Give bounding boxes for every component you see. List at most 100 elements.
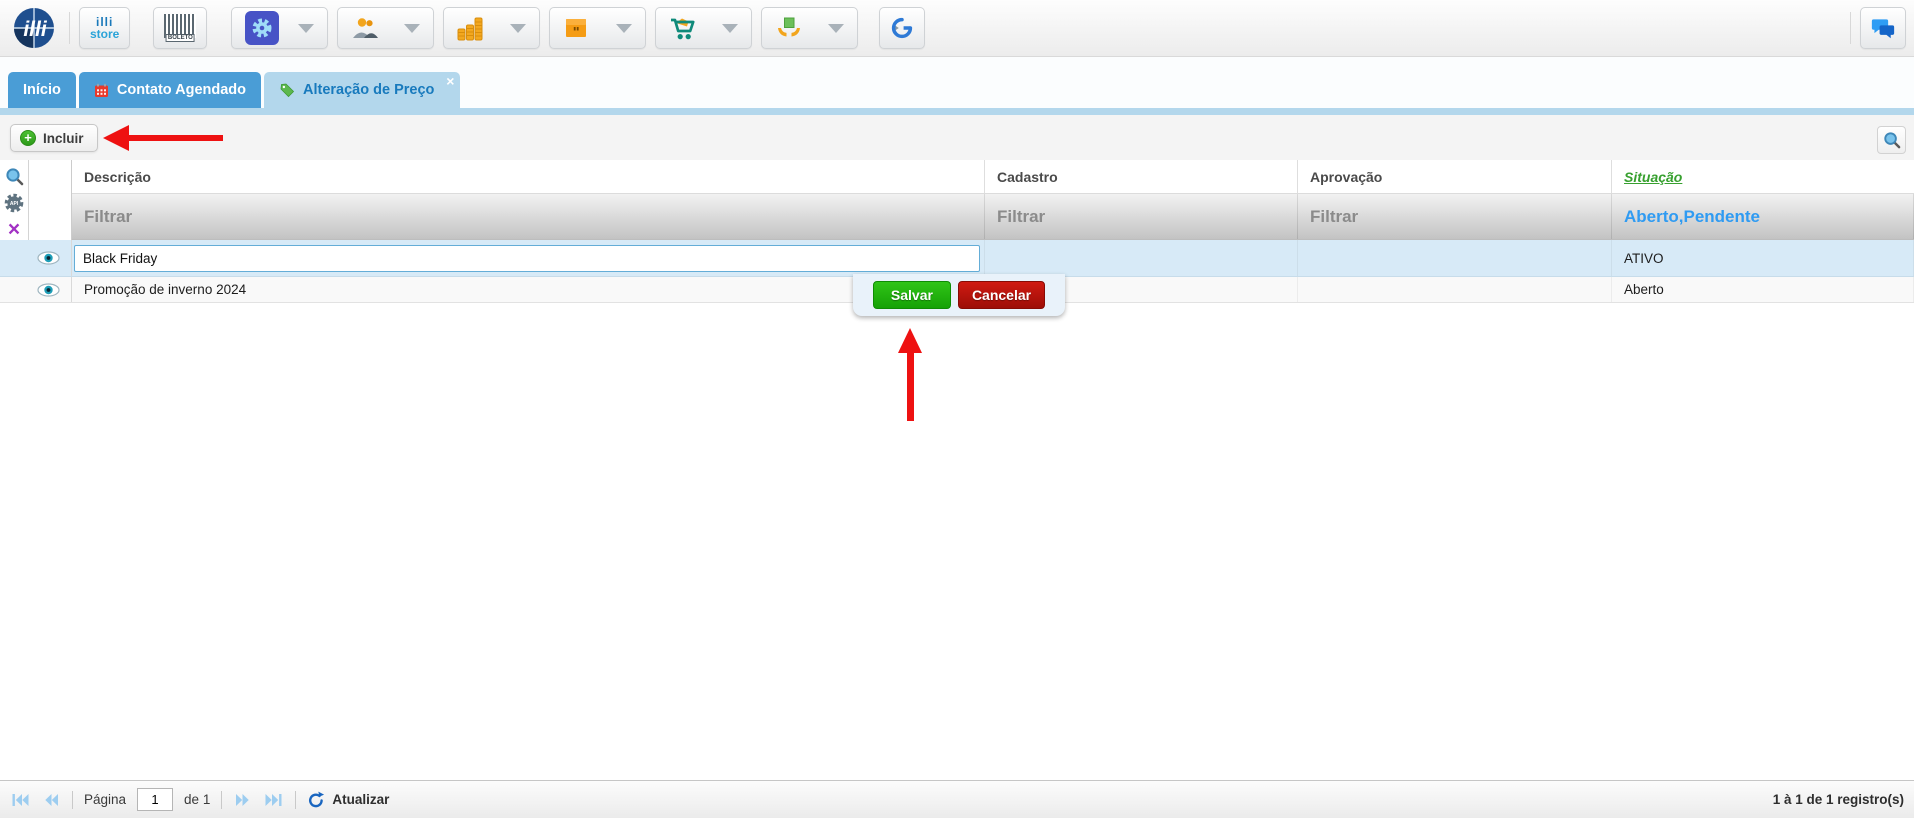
- barcode-icon: BOLETO: [164, 14, 196, 42]
- previous-page-button[interactable]: [42, 791, 61, 809]
- tab-inicio[interactable]: Início: [8, 72, 76, 108]
- atualizar-button[interactable]: Atualizar: [307, 791, 389, 809]
- row-eye-cell: [0, 240, 72, 276]
- atualizar-label: Atualizar: [332, 792, 389, 807]
- supply-menu-button[interactable]: [761, 7, 858, 49]
- descricao-edit-cell: [72, 240, 985, 276]
- statusbar-divider: [221, 791, 222, 809]
- tab-label: Início: [23, 82, 61, 98]
- grid-header-row: Descrição Cadastro Aprovação Situação: [0, 160, 1914, 193]
- edit-actions-popup: Salvar Cancelar: [853, 274, 1065, 316]
- last-page-icon: [265, 793, 282, 807]
- chevron-down-icon: [510, 24, 526, 33]
- previous-page-icon: [44, 793, 59, 807]
- table-row-black-friday[interactable]: ATIVO: [0, 240, 1914, 277]
- chevron-down-icon: [722, 24, 738, 33]
- descricao-input[interactable]: [74, 245, 980, 272]
- situacao-cell: Aberto: [1612, 277, 1914, 302]
- chevron-down-icon: [828, 24, 844, 33]
- chat-icon: [1871, 16, 1895, 40]
- sales-menu-button[interactable]: [655, 7, 752, 49]
- filter-input-cadastro[interactable]: Filtrar: [985, 194, 1298, 239]
- column-header-descricao[interactable]: Descrição: [72, 160, 985, 193]
- tab-alteracao-de-preco[interactable]: Alteração de Preço ×: [264, 72, 460, 108]
- grid-search-button[interactable]: [1877, 126, 1906, 154]
- column-header-cadastro[interactable]: Cadastro: [985, 160, 1298, 193]
- tag-icon: [279, 83, 295, 98]
- box-icon: [563, 16, 589, 40]
- action-bar: + Incluir: [0, 115, 1914, 160]
- app-window: illi illi store BOLETO: [0, 0, 1914, 818]
- search-icon: [1883, 131, 1901, 149]
- globe-logo-icon: illi: [11, 5, 57, 51]
- annotation-arrow-salvar: [898, 328, 922, 421]
- plus-icon: +: [20, 130, 36, 146]
- grid-tool-api-settings-button[interactable]: API: [3, 192, 25, 214]
- row-eye-cell: [0, 277, 72, 302]
- statusbar-divider: [72, 791, 73, 809]
- column-header-situacao[interactable]: Situação: [1612, 160, 1914, 193]
- boleto-button[interactable]: BOLETO: [153, 7, 207, 49]
- hands-cube-icon: [775, 16, 803, 40]
- cadastro-cell: [985, 240, 1298, 276]
- illi-store-label: illi store: [90, 16, 119, 40]
- chat-button[interactable]: [1860, 7, 1906, 49]
- gear-icon: [245, 11, 279, 45]
- cart-icon: [669, 15, 697, 41]
- page-number-input[interactable]: [137, 788, 173, 811]
- settings-menu-button[interactable]: [231, 7, 328, 49]
- grid-gutter: API ×: [0, 160, 72, 240]
- situacao-cell: ATIVO: [1612, 240, 1914, 276]
- illi-store-button[interactable]: illi store: [79, 7, 130, 49]
- products-menu-button[interactable]: [549, 7, 646, 49]
- finance-menu-button[interactable]: [443, 7, 540, 49]
- chevron-down-icon: [404, 24, 420, 33]
- sync-button[interactable]: [879, 7, 925, 49]
- sync-g-icon: [890, 13, 914, 43]
- close-tab-icon[interactable]: ×: [446, 73, 454, 89]
- eye-icon[interactable]: [37, 251, 60, 265]
- last-page-button[interactable]: [263, 791, 284, 809]
- svg-text:illi: illi: [23, 18, 48, 41]
- incluir-label: Incluir: [43, 131, 84, 146]
- descricao-cell: Promoção de inverno 2024: [72, 277, 985, 302]
- cancelar-button[interactable]: Cancelar: [958, 281, 1045, 309]
- aprovacao-cell: [1298, 277, 1612, 302]
- chevron-down-icon: [616, 24, 632, 33]
- aprovacao-cell: [1298, 240, 1612, 276]
- main-toolbar: illi illi store BOLETO: [0, 0, 1914, 57]
- next-page-button[interactable]: [233, 791, 252, 809]
- active-tab-strip: [0, 108, 1914, 115]
- first-page-button[interactable]: [10, 791, 31, 809]
- toolbar-divider: [69, 12, 70, 44]
- coins-icon: [457, 15, 483, 41]
- records-grid: API × Descrição Cadastro Aprovação Situa…: [0, 160, 1914, 780]
- app-logo: illi: [8, 5, 60, 51]
- column-header-aprovacao[interactable]: Aprovação: [1298, 160, 1612, 193]
- eye-icon[interactable]: [37, 283, 60, 297]
- tab-contato-agendado[interactable]: Contato Agendado: [79, 72, 261, 108]
- incluir-button[interactable]: + Incluir: [10, 124, 98, 152]
- next-page-icon: [235, 793, 250, 807]
- status-bar: Página de 1 Atualizar 1 à 1 de 1 reg: [0, 780, 1914, 818]
- filter-input-aprovacao[interactable]: Filtrar: [1298, 194, 1612, 239]
- filter-situacao-selector[interactable]: Aberto,Pendente: [1612, 194, 1914, 239]
- toolbar-divider: [1850, 12, 1851, 44]
- statusbar-divider: [295, 791, 296, 809]
- tab-label: Alteração de Preço: [303, 82, 434, 98]
- page-total-label: de 1: [184, 792, 210, 807]
- calendar-icon: [94, 83, 109, 98]
- people-icon: [351, 17, 379, 39]
- refresh-icon: [307, 791, 325, 809]
- chevron-down-icon: [298, 24, 314, 33]
- records-summary: 1 à 1 de 1 registro(s): [1773, 792, 1904, 807]
- tab-bar: Início Contato Agendado: [0, 57, 1914, 115]
- api-gear-icon: API: [3, 192, 25, 214]
- salvar-button[interactable]: Salvar: [873, 281, 951, 309]
- people-menu-button[interactable]: [337, 7, 434, 49]
- grid-tool-search-button[interactable]: [5, 165, 24, 187]
- filter-input-descricao[interactable]: Filtrar: [72, 194, 985, 239]
- grid-tool-clear-filter-button[interactable]: ×: [8, 219, 20, 241]
- grid-filter-row: Filtrar Filtrar Filtrar Aberto,Pendente: [0, 193, 1914, 240]
- first-page-icon: [12, 793, 29, 807]
